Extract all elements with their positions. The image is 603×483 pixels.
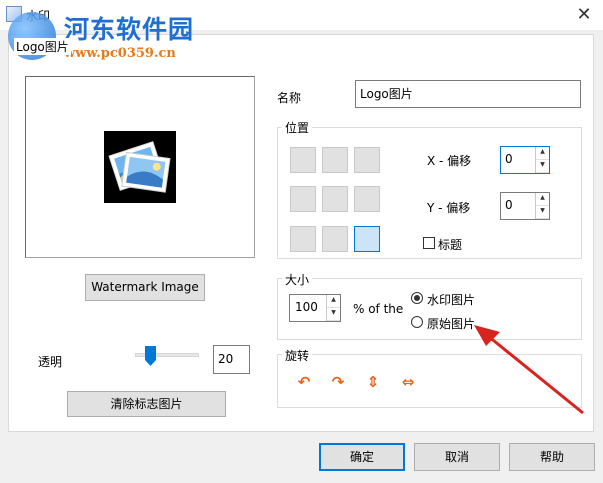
position-cell-middle-left[interactable] <box>290 186 316 212</box>
spin-down-icon[interactable]: ▼ <box>536 160 549 173</box>
flip-horizontal-icon[interactable]: ⇔ <box>399 373 417 391</box>
name-label: 名称 <box>277 91 302 105</box>
y-offset-spin[interactable]: ▲ ▼ <box>535 193 549 219</box>
name-input[interactable]: Logo图片 <box>355 80 581 108</box>
x-offset-label: X - 偏移 <box>427 154 472 168</box>
y-offset-label: Y - 偏移 <box>427 201 471 215</box>
radio-original-image[interactable] <box>411 316 423 328</box>
radio-original-image-label: 原始图片 <box>427 317 476 331</box>
size-spin[interactable]: ▲ ▼ <box>326 295 340 321</box>
title-checkbox-label: 标题 <box>438 238 463 252</box>
flip-vertical-icon[interactable]: ⇕ <box>364 373 382 391</box>
rotate-left-icon[interactable]: ↶ <box>295 373 313 391</box>
spin-up-icon[interactable]: ▲ <box>536 147 549 160</box>
x-offset-value: 0 <box>505 152 513 166</box>
transparency-value-field[interactable]: 20 <box>213 345 250 374</box>
position-cell-bottom-right[interactable] <box>354 226 380 252</box>
transparency-slider-track[interactable] <box>135 353 199 357</box>
site-name: 河东软件园 <box>64 15 195 44</box>
rotate-right-icon[interactable]: ↷ <box>329 373 347 391</box>
position-cell-top-left[interactable] <box>290 147 316 173</box>
tab-logo-image[interactable]: Logo图片 <box>14 38 71 55</box>
spin-down-icon[interactable]: ▼ <box>327 308 340 321</box>
close-icon[interactable]: ✕ <box>568 2 600 28</box>
logo-preview-image <box>104 131 176 203</box>
position-cell-bottom-left[interactable] <box>290 226 316 252</box>
position-cell-bottom-center[interactable] <box>322 226 348 252</box>
cancel-button[interactable]: 取消 <box>414 443 500 471</box>
size-value: 100 <box>295 300 318 314</box>
photo-icon <box>104 131 176 203</box>
radio-watermark-image[interactable] <box>411 292 423 304</box>
radio-watermark-image-label: 水印图片 <box>427 293 476 307</box>
ok-button[interactable]: 确定 <box>319 443 405 471</box>
size-unit-label: % of the <box>353 302 404 316</box>
y-offset-value: 0 <box>505 198 513 212</box>
position-cell-top-right[interactable] <box>354 147 380 173</box>
site-url: www.pc0359.cn <box>64 46 176 61</box>
position-cell-middle-right[interactable] <box>354 186 380 212</box>
y-offset-stepper[interactable]: 0 ▲ ▼ <box>500 192 550 220</box>
annotation-arrow-icon <box>474 325 584 415</box>
transparency-label: 透明 <box>38 355 63 369</box>
position-group-label: 位置 <box>282 119 313 136</box>
x-offset-spin[interactable]: ▲ ▼ <box>535 147 549 173</box>
size-stepper[interactable]: 100 ▲ ▼ <box>289 294 341 322</box>
help-button[interactable]: 帮助 <box>509 443 595 471</box>
x-offset-stepper[interactable]: 0 ▲ ▼ <box>500 146 550 174</box>
clear-logo-image-button[interactable]: 清除标志图片 <box>67 391 226 417</box>
spin-up-icon[interactable]: ▲ <box>327 295 340 308</box>
position-cell-top-center[interactable] <box>322 147 348 173</box>
spin-down-icon[interactable]: ▼ <box>536 206 549 219</box>
size-group-label: 大小 <box>282 271 313 288</box>
watermark-image-button[interactable]: Watermark Image <box>85 274 205 301</box>
title-checkbox[interactable] <box>423 237 435 249</box>
rotation-group-label: 旋转 <box>282 347 313 364</box>
position-cell-middle-center[interactable] <box>322 186 348 212</box>
spin-up-icon[interactable]: ▲ <box>536 193 549 206</box>
